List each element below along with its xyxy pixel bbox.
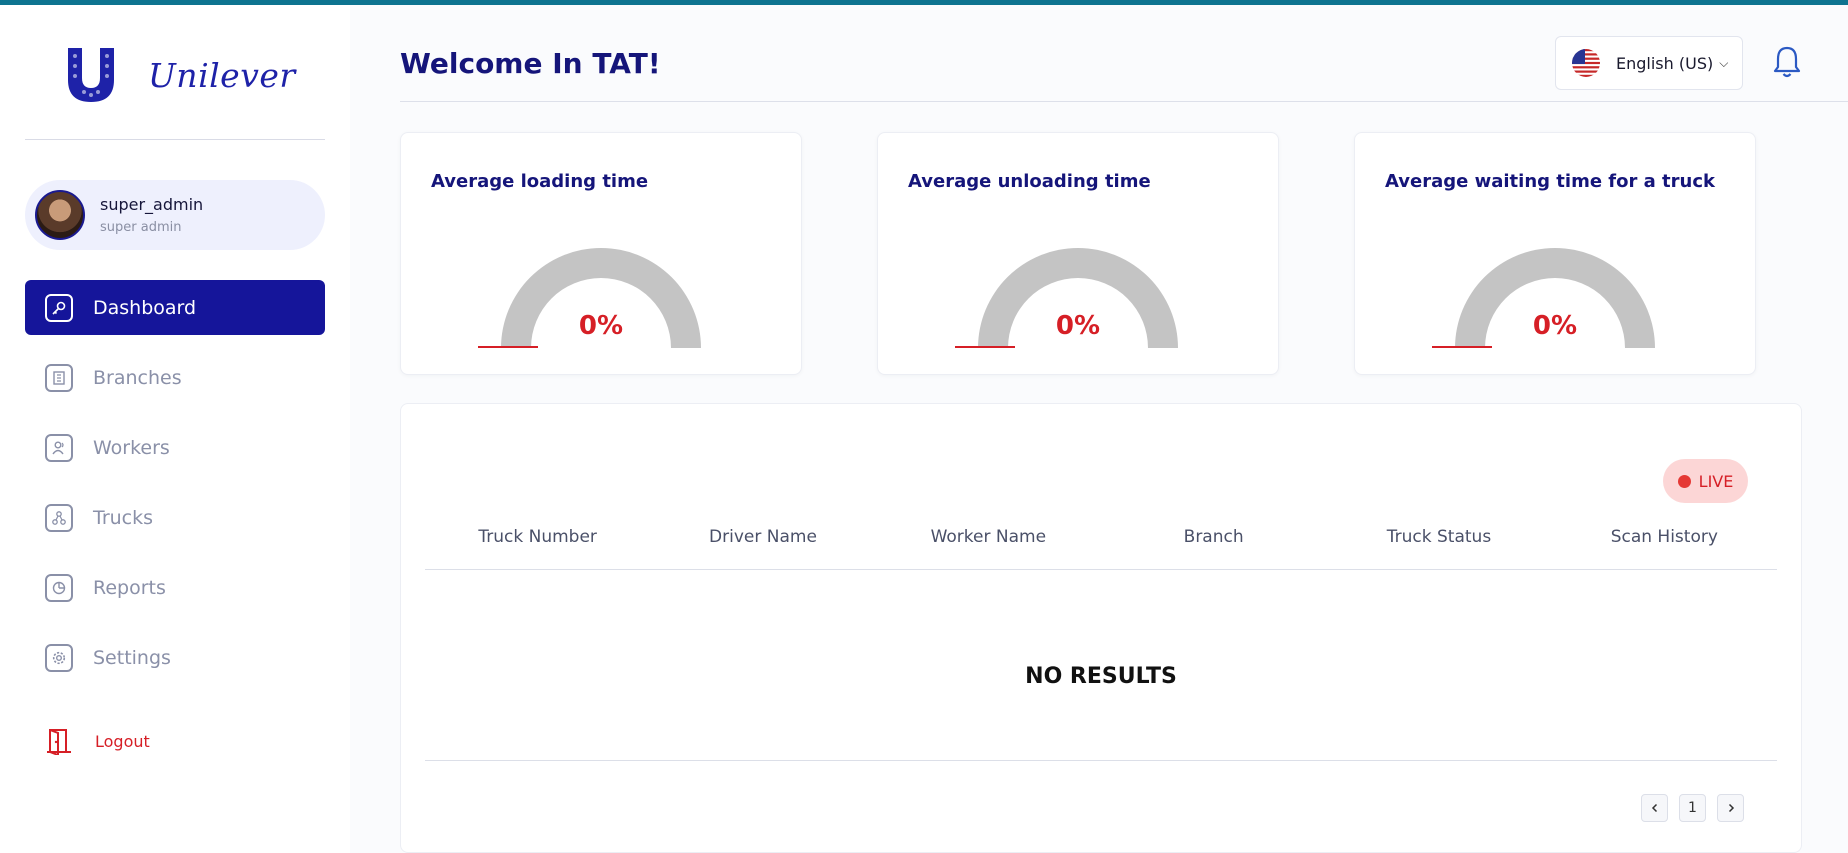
us-flag-icon [1572, 49, 1600, 77]
sidebar-item-label: Branches [93, 366, 182, 389]
main-content: Welcome In TAT! English (US) ⌵ Average l… [350, 5, 1848, 853]
column-header-branch[interactable]: Branch [1101, 522, 1326, 569]
user-profile[interactable]: super_admin super admin [25, 180, 325, 250]
live-toggle-button[interactable]: LIVE [1663, 459, 1748, 503]
sidebar-item-label: Workers [93, 436, 170, 459]
gauge-value: 0% [1532, 311, 1578, 341]
sidebar-item-workers[interactable]: Workers [25, 420, 325, 475]
unilever-u-icon [68, 48, 114, 102]
column-header-truck-status[interactable]: Truck Status [1326, 522, 1551, 569]
table-header: Truck Number Driver Name Worker Name Bra… [425, 522, 1777, 570]
logout-label: Logout [95, 731, 150, 751]
avg-loading-time-card: Average loading time 0% [400, 132, 802, 375]
user-name: super_admin [100, 195, 204, 214]
building-icon [45, 363, 73, 392]
gear-icon [45, 643, 73, 672]
sidebar-item-trucks[interactable]: Trucks [25, 490, 325, 545]
key-icon [45, 293, 73, 322]
sidebar-nav: Dashboard Branches Workers Trucks Report… [25, 280, 325, 700]
chevron-right-icon [1728, 803, 1734, 813]
sidebar-item-label: Reports [93, 576, 166, 599]
card-title: Average waiting time for a truck [1385, 171, 1715, 192]
avg-unloading-time-card: Average unloading time 0% [877, 132, 1279, 375]
language-label: English (US) [1616, 53, 1714, 73]
table-footer-divider [425, 760, 1777, 761]
page-title: Welcome In TAT! [400, 47, 661, 80]
sidebar-item-label: Settings [93, 646, 171, 669]
next-page-button[interactable] [1717, 794, 1744, 822]
card-title: Average loading time [431, 171, 649, 192]
language-selector[interactable]: English (US) ⌵ [1555, 36, 1743, 90]
avatar [35, 190, 85, 240]
unilever-logo[interactable]: Unilever [64, 46, 296, 104]
column-header-scan-history[interactable]: Scan History [1552, 522, 1777, 569]
pie-chart-icon [45, 573, 73, 602]
notification-bell-icon[interactable] [1772, 45, 1802, 79]
sidebar: Unilever super_admin super admin Dashboa… [0, 5, 350, 853]
live-dot-icon [1677, 474, 1691, 488]
column-header-truck-number[interactable]: Truck Number [425, 522, 650, 569]
sidebar-item-dashboard[interactable]: Dashboard [25, 280, 325, 335]
logout-button[interactable]: Logout [45, 727, 150, 755]
prev-page-button[interactable] [1641, 794, 1668, 822]
brand-name: Unilever [148, 55, 296, 95]
column-header-worker-name[interactable]: Worker Name [876, 522, 1101, 569]
sidebar-item-branches[interactable]: Branches [25, 350, 325, 405]
avg-waiting-time-card: Average waiting time for a truck 0% [1354, 132, 1756, 375]
chevron-down-icon: ⌵ [1719, 55, 1729, 70]
user-role: super admin [100, 220, 182, 235]
trucks-table-card: LIVE Truck Number Driver Name Worker Nam… [400, 403, 1802, 853]
empty-state-text: NO RESULTS [1025, 664, 1177, 689]
sidebar-divider [25, 139, 325, 140]
live-label: LIVE [1698, 471, 1734, 491]
gauge-value: 0% [1055, 311, 1101, 341]
header-divider [400, 101, 1848, 102]
network-icon [45, 503, 73, 532]
door-exit-icon [47, 729, 71, 755]
page-number-button[interactable]: 1 [1679, 794, 1706, 822]
users-icon [45, 433, 73, 462]
sidebar-item-reports[interactable]: Reports [25, 560, 325, 615]
sidebar-item-label: Trucks [93, 506, 154, 529]
chevron-left-icon [1651, 803, 1657, 813]
card-title: Average unloading time [908, 171, 1151, 192]
sidebar-item-settings[interactable]: Settings [25, 630, 325, 685]
gauge-value: 0% [578, 311, 624, 341]
sidebar-item-label: Dashboard [93, 296, 197, 319]
column-header-driver-name[interactable]: Driver Name [650, 522, 875, 569]
